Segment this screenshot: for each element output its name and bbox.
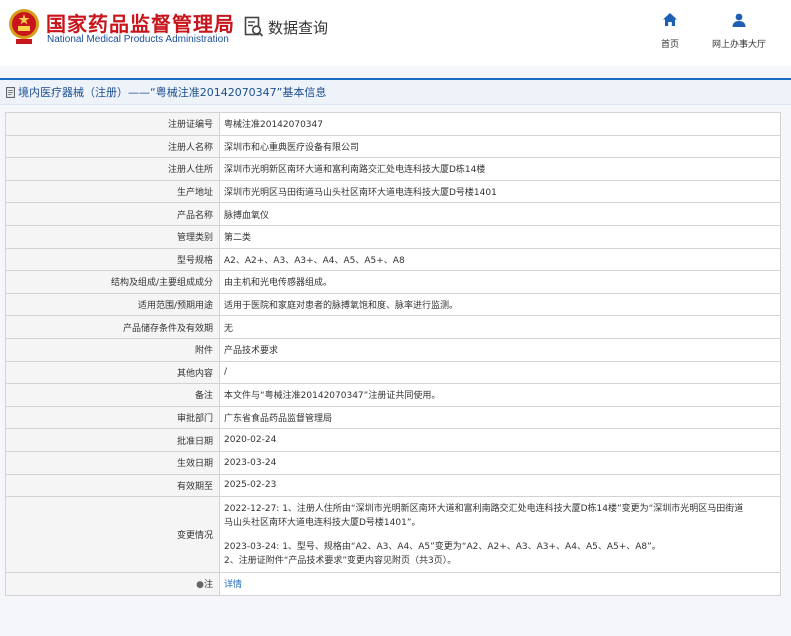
field-label: 产品储存条件及有效期 xyxy=(5,315,220,339)
field-label: 适用范围/预期用途 xyxy=(5,292,220,317)
field-value: A2、A2+、A3、A3+、A4、A5、A5+、A8 xyxy=(219,247,781,272)
table-row: 有效期至 2025-02-23 xyxy=(5,473,781,498)
page-title-text: 境内医疗器械（注册）——“粤械注准20142070347”基本信息 xyxy=(18,86,327,99)
field-value: 广东省食品药品监督管理局 xyxy=(219,405,781,430)
change-history-line: 2023-03-24: 1、型号、规格由“A2、A3、A4、A5”变更为“A2、… xyxy=(224,541,661,552)
field-label: 注册证编号 xyxy=(5,112,220,136)
table-row: 适用范围/预期用途 适用于医院和家庭对患者的脉搏氧饱和度、脉率进行监测。 xyxy=(5,292,781,317)
nav-home[interactable]: 首页 xyxy=(655,12,685,51)
site-title: 国家药品监督管理局 xyxy=(46,12,235,36)
field-value: 脉搏血氧仪 xyxy=(219,202,781,226)
nav-home-label: 首页 xyxy=(660,40,679,50)
document-icon xyxy=(6,86,15,98)
field-label: 结构及组成/主要组成成分 xyxy=(5,270,220,294)
field-label: 生效日期 xyxy=(5,450,220,475)
table-row: 审批部门 广东省食品药品监督管理局 xyxy=(5,405,781,430)
change-history-line: 2022-12-27: 1、注册人住所由“深圳市光明新区南环大道和富利南路交汇处… xyxy=(224,503,744,514)
field-value: 产品技术要求 xyxy=(219,337,781,362)
table-row: 型号规格 A2、A2+、A3、A3+、A4、A5、A5+、A8 xyxy=(5,247,781,272)
field-value: 2023-03-24 xyxy=(219,450,781,475)
page-title: 境内医疗器械（注册）——“粤械注准20142070347”基本信息 xyxy=(6,84,326,100)
change-history-line: 2、注册证附件“产品技术要求”变更内容见附页（共3页）。 xyxy=(224,555,457,566)
lightbulb-icon: ● xyxy=(196,580,204,591)
field-label: 管理类别 xyxy=(5,224,220,249)
table-row: 生产地址 深圳市光明区马田街道马山头社区南环大道电连科技大厦D号楼1401 xyxy=(5,179,781,204)
field-label: 生产地址 xyxy=(5,179,220,204)
change-history-row: 变更情况 2022-12-27: 1、注册人住所由“深圳市光明新区南环大道和富利… xyxy=(5,496,781,574)
field-value: 第二类 xyxy=(219,224,781,249)
note-label: ●注 xyxy=(5,572,220,596)
field-label: 附件 xyxy=(5,337,220,362)
note-value: 详情 xyxy=(219,572,781,596)
table-row: 产品名称 脉搏血氧仪 xyxy=(5,202,781,226)
user-icon xyxy=(732,13,746,27)
field-label: 注册人住所 xyxy=(5,157,220,181)
field-label: 审批部门 xyxy=(5,405,220,430)
field-value: 无 xyxy=(219,315,781,339)
table-row: 注册人名称 深圳市和心重典医疗设备有限公司 xyxy=(5,134,781,159)
change-history-value: 2022-12-27: 1、注册人住所由“深圳市光明新区南环大道和富利南路交汇处… xyxy=(219,496,781,574)
data-query-label: 数据查询 xyxy=(268,18,329,37)
field-value: / xyxy=(219,360,781,385)
table-row: 管理类别 第二类 xyxy=(5,224,781,249)
field-value: 深圳市光明区马田街道马山头社区南环大道电连科技大厦D号楼1401 xyxy=(219,179,781,204)
field-value: 由主机和光电传感器组成。 xyxy=(219,270,781,294)
change-history-line: 马山头社区南环大道电连科技大厦D号楼1401”。 xyxy=(224,517,421,528)
field-value: 深圳市和心重典医疗设备有限公司 xyxy=(219,134,781,159)
field-value: 适用于医院和家庭对患者的脉搏氧饱和度、脉率进行监测。 xyxy=(219,292,781,317)
field-value: 2025-02-23 xyxy=(219,473,781,498)
table-row: 产品储存条件及有效期 无 xyxy=(5,315,781,339)
field-label: 产品名称 xyxy=(5,202,220,226)
table-row: 其他内容 / xyxy=(5,360,781,385)
main-content: 境内医疗器械（注册）——“粤械注准20142070347”基本信息 注册证编号 … xyxy=(0,66,791,636)
field-value: 2020-02-24 xyxy=(219,428,781,452)
field-label: 有效期至 xyxy=(5,473,220,498)
details-link[interactable]: 详情 xyxy=(224,580,242,590)
home-icon xyxy=(663,13,677,26)
page-title-bar: 境内医疗器械（注册）——“粤械注准20142070347”基本信息 xyxy=(0,78,791,105)
field-value: 深圳市光明新区南环大道和富利南路交汇处电连科技大厦D栋14楼 xyxy=(219,157,781,181)
national-emblem-icon xyxy=(9,9,39,44)
note-label-text: 注 xyxy=(203,580,213,591)
site-subtitle: National Medical Products Administration xyxy=(47,34,229,45)
table-row: 注册证编号 粤械注准20142070347 xyxy=(5,112,781,136)
field-value: 粤械注准20142070347 xyxy=(219,112,781,136)
basic-info-table: 注册证编号 粤械注准20142070347 注册人名称 深圳市和心重典医疗设备有… xyxy=(5,112,781,596)
field-label: 型号规格 xyxy=(5,247,220,272)
note-row: ●注 详情 xyxy=(5,572,781,596)
data-query-link[interactable]: 数据查询 xyxy=(244,16,328,38)
table-row: 结构及组成/主要组成成分 由主机和光电传感器组成。 xyxy=(5,270,781,294)
table-row: 附件 产品技术要求 xyxy=(5,337,781,362)
table-row: 批准日期 2020-02-24 xyxy=(5,428,781,452)
search-document-icon xyxy=(244,16,264,37)
field-label: 变更情况 xyxy=(5,496,220,574)
table-row: 注册人住所 深圳市光明新区南环大道和富利南路交汇处电连科技大厦D栋14楼 xyxy=(5,157,781,181)
field-label: 备注 xyxy=(5,383,220,407)
site-header: 国家药品监督管理局 National Medical Products Admi… xyxy=(0,0,791,66)
nav-online-hall-label: 网上办事大厅 xyxy=(711,40,766,50)
field-value: 本文件与“粤械注准20142070347”注册证共同使用。 xyxy=(219,383,781,407)
field-label: 注册人名称 xyxy=(5,134,220,159)
field-label: 其他内容 xyxy=(5,360,220,385)
table-row: 生效日期 2023-03-24 xyxy=(5,450,781,475)
field-label: 批准日期 xyxy=(5,428,220,452)
table-row: 备注 本文件与“粤械注准20142070347”注册证共同使用。 xyxy=(5,383,781,407)
nav-online-hall[interactable]: 网上办事大厅 xyxy=(704,12,774,51)
